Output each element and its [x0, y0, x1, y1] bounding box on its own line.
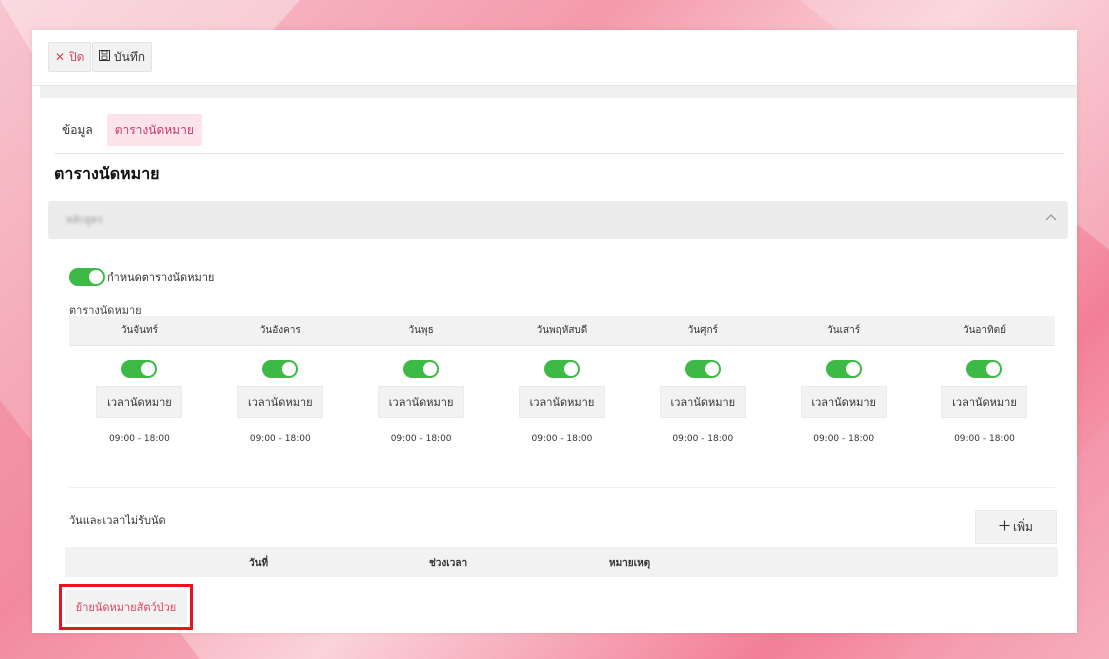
plus-icon [999, 520, 1010, 534]
chevron-up-icon[interactable] [1044, 210, 1058, 224]
toolbar: ✕ ปิด บันทึก [32, 30, 1077, 86]
save-button[interactable]: บันทึก [92, 42, 152, 72]
time-range: 09:00 - 18:00 [531, 434, 593, 444]
weekday-schedule: วันจันทร์ วันอังคาร วันพุธ วันพฤหัสบดี ว… [69, 316, 1055, 444]
close-button[interactable]: ✕ ปิด [48, 42, 92, 72]
closed-dates-table-header: วันที่ ช่วงเวลา หมายเหตุ [65, 547, 1058, 577]
weekday-column: เวลานัดหมาย 09:00 - 18:00 [69, 346, 210, 444]
weekday-name: วันพฤหัสบดี [536, 325, 588, 336]
master-schedule-toggle[interactable] [69, 268, 105, 286]
weekday-column: เวลานัดหมาย 09:00 - 18:00 [632, 346, 773, 444]
highlight-box: ย้ายนัดหมายสัตว์ป่วย [59, 584, 193, 630]
weekday-column: เวลานัดหมาย 09:00 - 18:00 [773, 346, 914, 444]
time-range: 09:00 - 18:00 [813, 434, 875, 444]
day-toggle[interactable] [121, 360, 158, 378]
day-toggle[interactable] [825, 360, 862, 378]
closed-dates-label: วันและเวลาไม่รับนัด [69, 514, 166, 527]
weekday-name: วันจันทร์ [120, 325, 158, 336]
time-range: 09:00 - 18:00 [249, 434, 311, 444]
appointment-time-button[interactable]: เวลานัดหมาย [378, 386, 465, 418]
save-icon [99, 50, 110, 64]
add-label: เพิ่ม [1013, 519, 1033, 534]
appointment-time-button[interactable]: เวลานัดหมาย [800, 386, 887, 418]
save-label: บันทึก [114, 49, 145, 64]
form-panel: ✕ ปิด บันทึก ข้อมูล ตารางนัดหมาย ตารางนั… [32, 30, 1077, 633]
weekday-body-row: เวลานัดหมาย 09:00 - 18:00 เวลานัดหมาย 09… [69, 346, 1055, 444]
day-toggle[interactable] [543, 360, 580, 378]
toolbar-separator [40, 86, 1077, 98]
tab-info[interactable]: ข้อมูล [54, 114, 101, 146]
time-range: 09:00 - 18:00 [672, 434, 734, 444]
close-icon: ✕ [55, 50, 66, 64]
weekday-header-row: วันจันทร์ วันอังคาร วันพุธ วันพฤหัสบดี ว… [69, 316, 1055, 346]
close-label: ปิด [69, 49, 85, 64]
appointment-time-button[interactable]: เวลานัดหมาย [96, 386, 183, 418]
weekday-column: เวลานัดหมาย 09:00 - 18:00 [914, 346, 1055, 444]
day-toggle[interactable] [684, 360, 721, 378]
tab-bar: ข้อมูล ตารางนัดหมาย [54, 114, 1064, 154]
weekday-column: เวลานัดหมาย 09:00 - 18:00 [210, 346, 351, 444]
tab-schedule[interactable]: ตารางนัดหมาย [106, 114, 202, 146]
day-toggle[interactable] [403, 360, 440, 378]
weekday-name: วันศุกร์ [687, 325, 718, 336]
master-toggle-label: กำหนดตารางนัดหมาย [107, 271, 215, 284]
appointment-time-button[interactable]: เวลานัดหมาย [659, 386, 746, 418]
accordion-title: หลักสูตร [66, 215, 103, 226]
weekday-name: วันอาทิตย์ [962, 325, 1006, 336]
day-toggle[interactable] [966, 360, 1003, 378]
master-toggle-row: กำหนดตารางนัดหมาย [69, 268, 214, 286]
appointment-time-button[interactable]: เวลานัดหมาย [237, 386, 324, 418]
accordion-header[interactable]: หลักสูตร [48, 201, 1068, 239]
add-closed-date-button[interactable]: เพิ่ม [975, 510, 1057, 544]
column-header-date: วันที่ [249, 558, 269, 569]
column-header-time: ช่วงเวลา [429, 558, 468, 569]
weekday-name: วันเสาร์ [827, 325, 861, 336]
weekday-name: วันพุธ [408, 325, 434, 336]
weekday-column: เวลานัดหมาย 09:00 - 18:00 [351, 346, 492, 444]
page-title: ตารางนัดหมาย [54, 164, 160, 183]
time-range: 09:00 - 18:00 [390, 434, 452, 444]
appointment-time-button[interactable]: เวลานัดหมาย [941, 386, 1028, 418]
day-toggle[interactable] [262, 360, 299, 378]
section-divider [69, 487, 1055, 488]
column-header-note: หมายเหตุ [609, 558, 651, 569]
time-range: 09:00 - 18:00 [954, 434, 1015, 444]
move-sick-pet-appointment-button[interactable]: ย้ายนัดหมายสัตว์ป่วย [65, 590, 187, 624]
appointment-time-button[interactable]: เวลานัดหมาย [518, 386, 605, 418]
weekday-column: เวลานัดหมาย 09:00 - 18:00 [492, 346, 633, 444]
time-range: 09:00 - 18:00 [109, 434, 170, 444]
weekday-name: วันอังคาร [259, 325, 301, 336]
